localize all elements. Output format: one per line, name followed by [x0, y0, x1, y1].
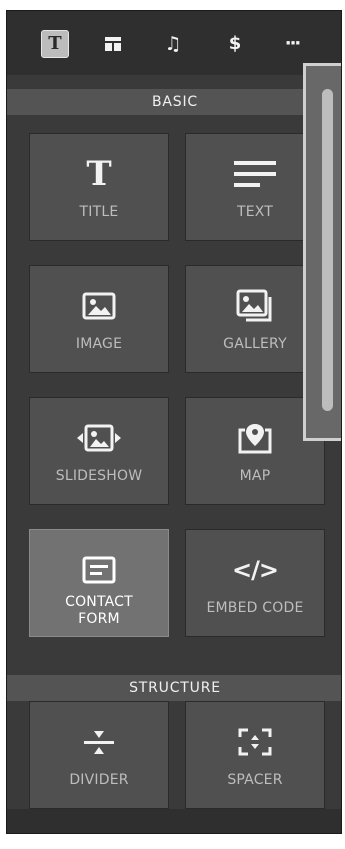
panel-bottom-edge: [7, 809, 341, 833]
block-map-label: MAP: [239, 468, 271, 484]
block-contact-form[interactable]: CONTACT FORM: [29, 529, 169, 637]
block-title[interactable]: T TITLE: [29, 133, 169, 241]
contact-form-icon: [82, 552, 116, 588]
section-header-structure: STRUCTURE: [7, 675, 341, 701]
gallery-icon: [236, 288, 274, 324]
section-title-basic: BASIC: [152, 94, 198, 110]
map-pin-icon: [237, 420, 273, 456]
more-tab[interactable]: ···: [278, 30, 306, 58]
block-embed-code[interactable]: </> EMBED CODE: [185, 529, 325, 637]
spacer-icon: [238, 724, 272, 760]
block-text-label: TEXT: [236, 204, 274, 220]
block-slideshow-label: SLIDESHOW: [55, 468, 143, 484]
title-t-icon: T: [48, 33, 62, 54]
block-divider[interactable]: DIVIDER: [29, 701, 169, 809]
embed-code-icon: </>: [232, 556, 279, 584]
image-icon: [82, 288, 116, 324]
slideshow-icon: [75, 420, 123, 456]
block-type-toolbar: T ♫ $ ···: [7, 11, 341, 75]
title-tab[interactable]: T: [41, 30, 69, 58]
block-slideshow[interactable]: SLIDESHOW: [29, 397, 169, 505]
block-picker-panel: T ♫ $ ··· BASIC T TITLE TEXT IMAGE GALLE…: [6, 10, 342, 834]
block-spacer-label: SPACER: [227, 772, 283, 788]
block-embed-code-label: EMBED CODE: [206, 600, 304, 616]
layout-icon: [105, 37, 121, 51]
more-dots-icon: ···: [284, 33, 301, 54]
music-tab[interactable]: ♫: [159, 30, 187, 58]
dollar-icon: $: [228, 33, 242, 54]
block-gallery-label: GALLERY: [223, 336, 287, 352]
section-title-structure: STRUCTURE: [129, 680, 221, 696]
block-spacer[interactable]: SPACER: [185, 701, 325, 809]
title-t-icon: T: [86, 154, 112, 194]
block-divider-label: DIVIDER: [69, 772, 129, 788]
text-lines-icon: [232, 156, 278, 192]
commerce-tab[interactable]: $: [221, 30, 249, 58]
scrollbar-thumb[interactable]: [322, 89, 333, 411]
section-header-basic: BASIC: [7, 89, 341, 115]
block-contact-form-label: CONTACT FORM: [65, 594, 133, 627]
block-title-label: TITLE: [79, 204, 119, 220]
music-note-icon: ♫: [164, 32, 182, 55]
block-image-label: IMAGE: [75, 336, 123, 352]
layout-tab[interactable]: [99, 30, 127, 58]
divider-icon: [82, 724, 116, 760]
block-image[interactable]: IMAGE: [29, 265, 169, 373]
